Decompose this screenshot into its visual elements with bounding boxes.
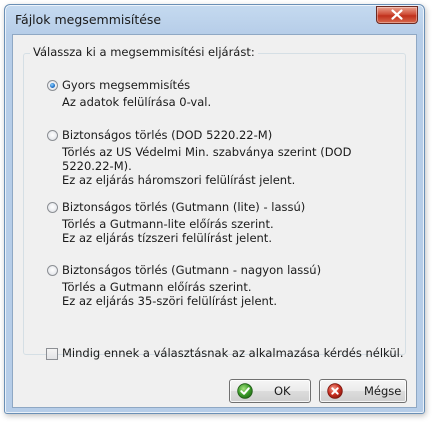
- remember-choice-checkbox[interactable]: [46, 348, 58, 360]
- option-label: Biztonságos törlés (Gutmann - nagyon las…: [62, 263, 322, 277]
- option-label: Gyors megsemmisítés: [62, 78, 191, 92]
- dialog-window: Fájlok megsemmisítése Válassza ki a megs…: [4, 4, 425, 414]
- radio-button[interactable]: [47, 202, 58, 213]
- option-description: Ez az eljárás háromszori felülírást jele…: [62, 173, 296, 187]
- title-bar[interactable]: Fájlok megsemmisítése: [5, 5, 424, 35]
- option-description: Törlés a Gutmann előírás szerint.: [62, 280, 252, 294]
- option-label: Biztonságos törlés (DOD 5220.22-M): [62, 128, 273, 142]
- option-description: Az adatok felülírása 0-val.: [62, 95, 212, 109]
- cancel-button[interactable]: Mégse: [319, 379, 407, 403]
- dialog-body: Válassza ki a megsemmisítési eljárást: G…: [12, 34, 417, 408]
- cancel-button-label: Mégse: [364, 384, 402, 398]
- radio-button[interactable]: [47, 130, 58, 141]
- option-label: Biztonságos törlés (Gutmann (lite) - las…: [62, 200, 306, 214]
- remember-choice-label: Mindig ennek a választásnak az alkalmazá…: [62, 346, 404, 360]
- option-description: 5220.22-M).: [62, 159, 132, 173]
- close-button[interactable]: [376, 6, 418, 24]
- ok-button-label: OK: [274, 384, 291, 398]
- radio-button[interactable]: [47, 80, 58, 91]
- option-description: Törlés az US Védelmi Min. szabványa szer…: [62, 145, 352, 159]
- checkmark-icon: [237, 383, 253, 399]
- groupbox-legend: Válassza ki a megsemmisítési eljárást:: [30, 45, 258, 59]
- option-description: Törlés a Gutmann-lite előírás szerint.: [62, 217, 274, 231]
- option-description: Ez az eljárás 35-szöri felülírást jelent…: [62, 294, 277, 308]
- ok-button[interactable]: OK: [229, 379, 311, 403]
- option-description: Ez az eljárás tízszeri felülírást jelent…: [62, 231, 272, 245]
- dialog-title: Fájlok megsemmisítése: [15, 12, 162, 27]
- radio-button[interactable]: [47, 265, 58, 276]
- close-icon: [391, 9, 403, 20]
- cancel-icon: [327, 383, 343, 399]
